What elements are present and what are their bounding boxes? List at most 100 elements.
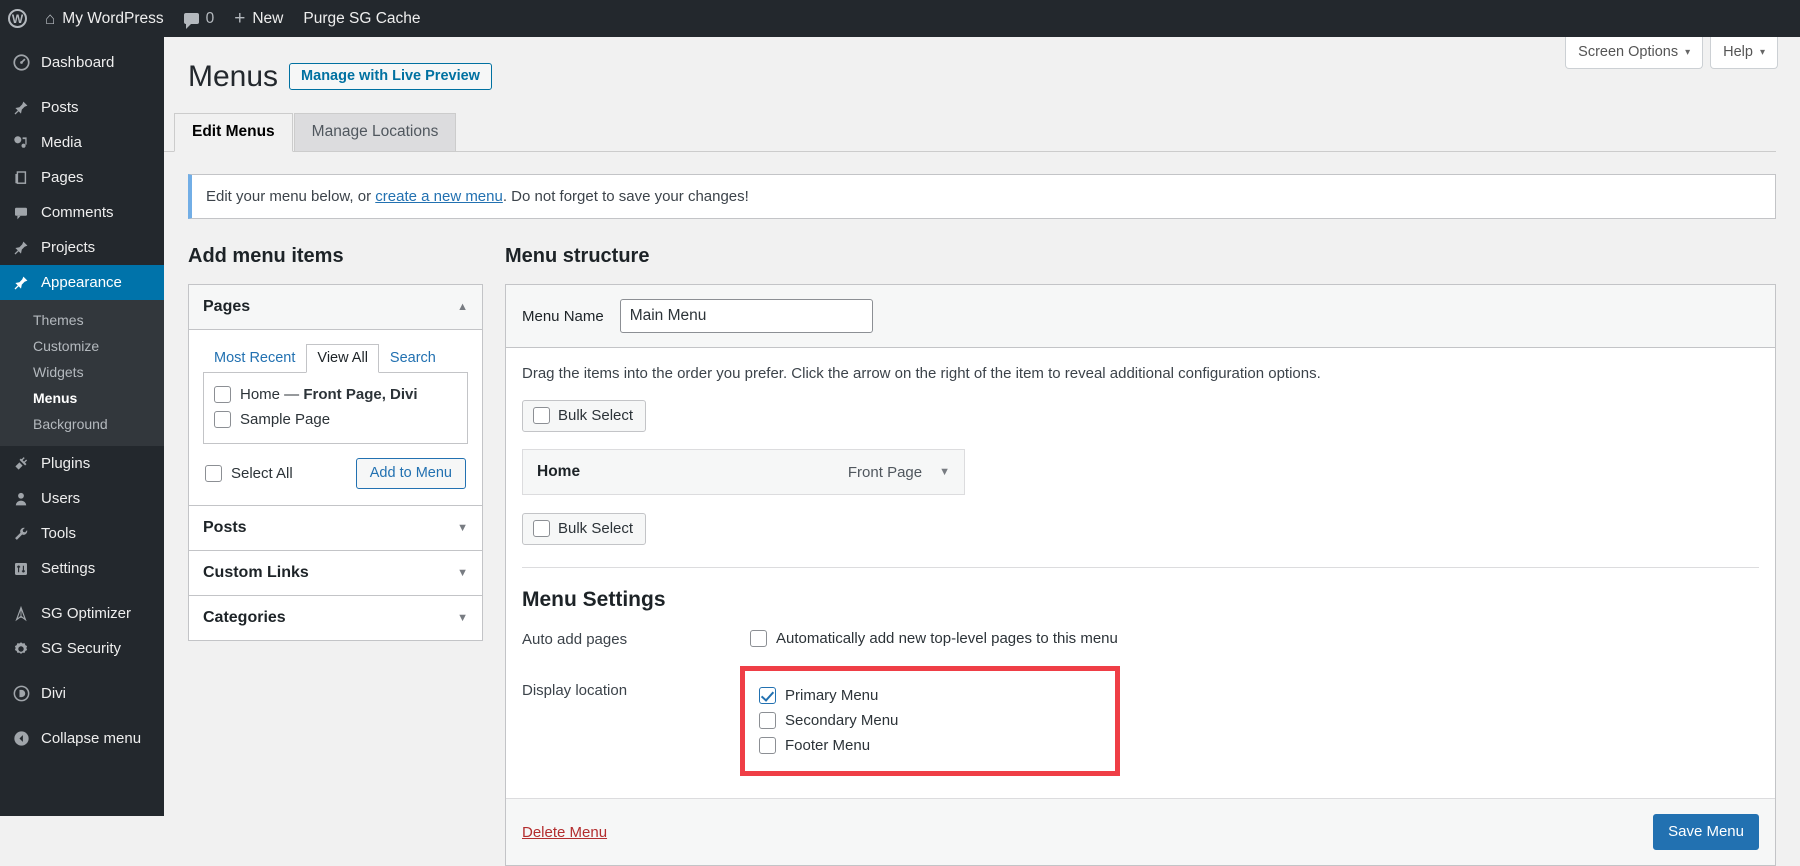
help-button[interactable]: Help ▾ <box>1710 37 1778 69</box>
sidebar-item-settings[interactable]: Settings <box>0 551 164 586</box>
add-menu-items-column: Add menu items Pages ▲ Most Recent View … <box>188 245 483 866</box>
notice-text-before: Edit your menu below, or <box>206 188 375 205</box>
screen-meta-links: Screen Options ▾ Help ▾ <box>1565 37 1778 69</box>
collapse-menu-button[interactable]: Collapse menu <box>0 721 164 756</box>
menu-structure-heading: Menu structure <box>505 245 1776 268</box>
chevron-down-icon[interactable]: ▼ <box>939 466 950 478</box>
menu-panel-footer: Delete Menu Save Menu <box>506 798 1775 865</box>
tab-manage-locations[interactable]: Manage Locations <box>294 113 457 151</box>
categories-accordion-header[interactable]: Categories ▼ <box>189 596 482 640</box>
bulk-select-top-button[interactable]: Bulk Select <box>522 400 646 432</box>
sidebar-label: Tools <box>41 525 76 542</box>
sidebar-item-media[interactable]: Media <box>0 125 164 160</box>
custom-links-accordion-header[interactable]: Custom Links ▼ <box>189 551 482 596</box>
divi-icon <box>11 685 31 702</box>
sidebar-item-posts[interactable]: Posts <box>0 90 164 125</box>
bulk-select-bottom-button[interactable]: Bulk Select <box>522 513 646 545</box>
subtab-view-all[interactable]: View All <box>306 344 379 373</box>
tab-edit-menus[interactable]: Edit Menus <box>174 113 293 152</box>
create-new-menu-link[interactable]: create a new menu <box>375 188 503 205</box>
sidebar-item-pages[interactable]: Pages <box>0 160 164 195</box>
posts-accordion-header[interactable]: Posts ▼ <box>189 505 482 551</box>
list-item[interactable]: Home — Front Page, Divi <box>214 382 457 407</box>
wordpress-logo-icon: W <box>8 9 27 28</box>
page-checkbox[interactable] <box>214 411 231 428</box>
sidebar-item-projects[interactable]: Projects <box>0 230 164 265</box>
menu-structure-column: Menu structure Menu Name Drag the items … <box>505 245 1776 866</box>
chevron-down-icon[interactable]: ▼ <box>457 567 468 579</box>
divider <box>522 567 1759 568</box>
comment-bubble-icon <box>184 13 199 24</box>
location-secondary-menu[interactable]: Secondary Menu <box>759 708 1101 733</box>
location-secondary-checkbox[interactable] <box>759 712 776 729</box>
chevron-up-icon[interactable]: ▲ <box>457 301 468 313</box>
select-all-row[interactable]: Select All <box>205 465 293 482</box>
sidebar-item-comments[interactable]: Comments <box>0 195 164 230</box>
sidebar-item-tools[interactable]: Tools <box>0 516 164 551</box>
sidebar-item-sg-security[interactable]: SG Security <box>0 631 164 666</box>
page-checkbox[interactable] <box>214 386 231 403</box>
save-menu-button[interactable]: Save Menu <box>1653 814 1759 850</box>
bulk-select-checkbox[interactable] <box>533 407 550 424</box>
select-all-checkbox[interactable] <box>205 465 222 482</box>
chevron-down-icon[interactable]: ▼ <box>457 522 468 534</box>
location-footer-menu[interactable]: Footer Menu <box>759 733 1101 758</box>
bulk-select-checkbox[interactable] <box>533 520 550 537</box>
settings-icon <box>11 561 31 577</box>
sidebar-item-plugins[interactable]: Plugins <box>0 446 164 481</box>
auto-add-pages-checkbox[interactable] <box>750 630 767 647</box>
add-menu-items-heading: Add menu items <box>188 245 483 268</box>
sidebar-item-sg-optimizer[interactable]: SG Optimizer <box>0 596 164 631</box>
select-all-label: Select All <box>231 465 293 482</box>
display-location-row: Display location Primary Menu Secondary … <box>522 662 1759 780</box>
purge-sg-cache-button[interactable]: Purge SG Cache <box>293 0 430 37</box>
list-item[interactable]: Sample Page <box>214 407 457 432</box>
sidebar-item-dashboard[interactable]: Dashboard <box>0 45 164 80</box>
delete-menu-link[interactable]: Delete Menu <box>522 824 607 841</box>
sidebar-label: Media <box>41 134 82 151</box>
auto-add-pages-option[interactable]: Automatically add new top-level pages to… <box>750 630 1118 647</box>
sg-security-icon <box>11 641 31 657</box>
comment-count: 0 <box>206 10 215 28</box>
sidebar-label: Dashboard <box>41 54 114 71</box>
menu-name-input[interactable] <box>620 299 873 333</box>
sidebar-item-customize[interactable]: Customize <box>0 333 164 359</box>
comments-bubble-button[interactable]: 0 <box>174 0 225 37</box>
subtab-most-recent[interactable]: Most Recent <box>203 344 306 373</box>
chevron-down-icon[interactable]: ▼ <box>457 612 468 624</box>
sidebar-item-users[interactable]: Users <box>0 481 164 516</box>
manage-live-preview-button[interactable]: Manage with Live Preview <box>289 63 492 90</box>
pages-accordion: Pages ▲ Most Recent View All Search Home… <box>188 284 483 641</box>
site-name-menu[interactable]: ⌂ My WordPress <box>35 0 174 37</box>
brush-icon <box>11 275 31 291</box>
sidebar-label: SG Security <box>41 640 121 657</box>
location-primary-menu[interactable]: Primary Menu <box>759 683 1101 708</box>
add-to-menu-button[interactable]: Add to Menu <box>356 458 466 489</box>
wordpress-logo-button[interactable]: W <box>0 0 35 37</box>
menu-item-home[interactable]: Home Front Page ▼ <box>522 449 965 495</box>
page-label-meta: Front Page, Divi <box>303 386 417 403</box>
sidebar-item-divi[interactable]: Divi <box>0 676 164 711</box>
sidebar-item-background[interactable]: Background <box>0 411 164 437</box>
sidebar-item-appearance[interactable]: Appearance <box>0 265 164 300</box>
pages-list: Home — Front Page, Divi Sample Page <box>203 372 468 444</box>
screen-options-button[interactable]: Screen Options ▾ <box>1565 37 1703 69</box>
menu-structure-body: Drag the items into the order you prefer… <box>506 348 1775 780</box>
sidebar-label: Comments <box>41 204 114 221</box>
sidebar-label: Settings <box>41 560 95 577</box>
admin-sidebar: Dashboard Posts Media Pages Comments Pro… <box>0 37 164 816</box>
subtab-search[interactable]: Search <box>379 344 447 373</box>
pages-accordion-header[interactable]: Pages ▲ <box>189 285 482 330</box>
menu-name-row: Menu Name <box>506 285 1775 348</box>
posts-accordion-title: Posts <box>203 519 247 537</box>
new-content-menu[interactable]: + New <box>224 0 293 37</box>
sidebar-item-themes[interactable]: Themes <box>0 307 164 333</box>
sidebar-item-menus[interactable]: Menus <box>0 385 164 411</box>
pages-accordion-body: Most Recent View All Search Home — Front… <box>189 330 482 505</box>
page-label-sep: — <box>280 386 303 403</box>
menu-item-title: Home <box>537 463 580 481</box>
location-footer-checkbox[interactable] <box>759 737 776 754</box>
display-location-highlight-box: Primary Menu Secondary Menu Footer Menu <box>740 666 1120 776</box>
sidebar-item-widgets[interactable]: Widgets <box>0 359 164 385</box>
location-primary-checkbox[interactable] <box>759 687 776 704</box>
